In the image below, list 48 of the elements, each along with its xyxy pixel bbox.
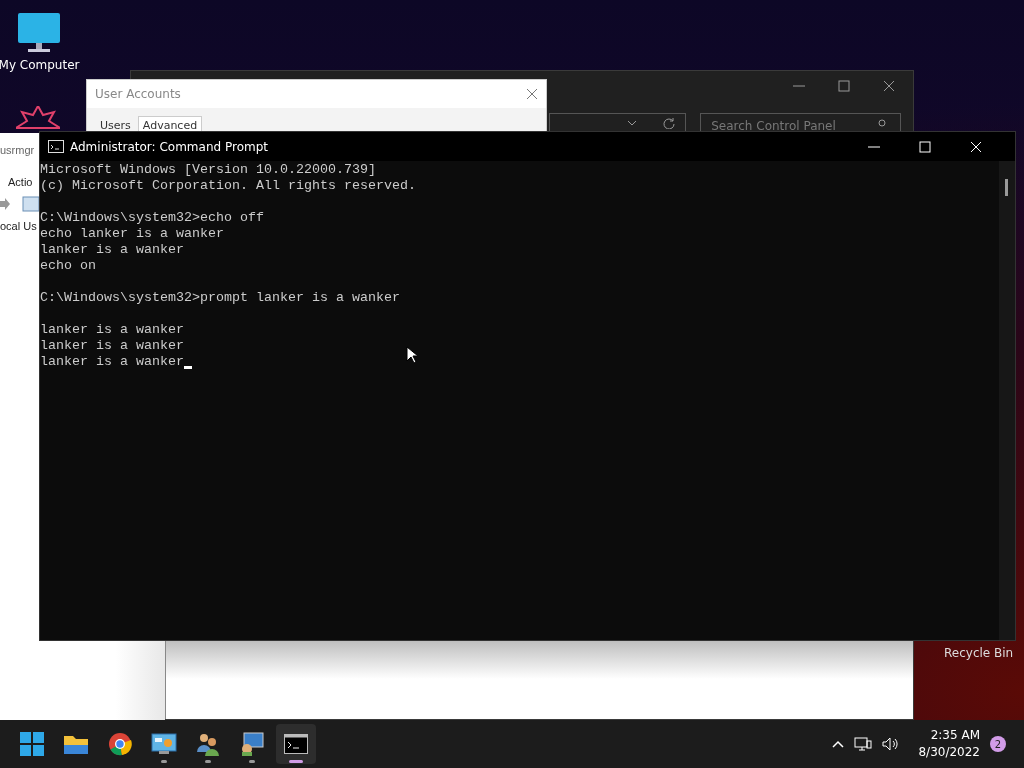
window-title: usrmgr	[0, 144, 35, 156]
close-icon[interactable]	[883, 80, 895, 92]
clock-date[interactable]: 8/30/2022	[918, 744, 980, 761]
taskbar-app[interactable]	[276, 724, 316, 764]
pointer-icon	[406, 346, 417, 364]
monitor-icon[interactable]	[17, 12, 61, 54]
volume-icon[interactable]	[882, 736, 901, 752]
users-icon	[196, 732, 220, 756]
console-icon	[48, 140, 64, 153]
browser-icon	[108, 732, 132, 756]
running-indicator	[205, 760, 211, 763]
console-line: echo lanker is a wanker	[40, 226, 224, 242]
arrow-icon[interactable]	[0, 198, 10, 210]
running-indicator	[161, 760, 167, 763]
console-line: lanker is a wanker	[40, 354, 184, 370]
console-line: Microsoft Windows [Version 10.0.22000.739]	[40, 162, 376, 178]
folder-icon	[63, 733, 89, 755]
console-line: (c) Microsoft Corporation. All rights reserved.	[40, 178, 416, 194]
console-line: lanker is a wanker	[40, 322, 184, 338]
menu-item[interactable]: Actio	[8, 176, 33, 188]
tree-item[interactable]: ocal Us	[0, 220, 37, 232]
running-indicator	[289, 760, 303, 763]
console-tree-icon[interactable]	[22, 196, 40, 212]
desktop-icon-label[interactable]: Recycle Bin	[944, 646, 1014, 660]
tab[interactable]: Users	[95, 116, 136, 135]
console-line: lanker is a wanker	[40, 242, 184, 258]
clock-time[interactable]: 2:35 AM	[930, 727, 980, 744]
chevron-icon[interactable]	[627, 120, 638, 126]
refresh-icon[interactable]	[663, 117, 676, 129]
network-icon[interactable]	[854, 736, 873, 752]
terminal-icon	[284, 734, 308, 754]
running-indicator	[249, 760, 255, 763]
chevron-up-icon[interactable]	[832, 740, 845, 748]
window-title: Administrator: Command Prompt	[70, 139, 269, 154]
scrollbar[interactable]	[999, 161, 1015, 640]
window-title: User Accounts	[95, 87, 181, 101]
search-icon[interactable]	[877, 119, 887, 129]
control-panel-icon	[151, 733, 177, 755]
desktop-icon-label[interactable]: My Computer	[0, 58, 80, 72]
notification-badge[interactable]: 2	[990, 736, 1006, 752]
star-icon[interactable]	[16, 106, 60, 132]
windows-logo-icon	[20, 732, 44, 756]
search-field[interactable]: Search Control Panel	[700, 113, 901, 132]
console-line: echo on	[40, 258, 96, 274]
console-line: C:\Windows\system32>prompt lanker is a wanker	[40, 290, 400, 306]
computer-management-icon	[240, 732, 264, 756]
console-line: C:\Windows\system32>echo off	[40, 210, 264, 226]
console-line: lanker is a wanker	[40, 338, 184, 354]
